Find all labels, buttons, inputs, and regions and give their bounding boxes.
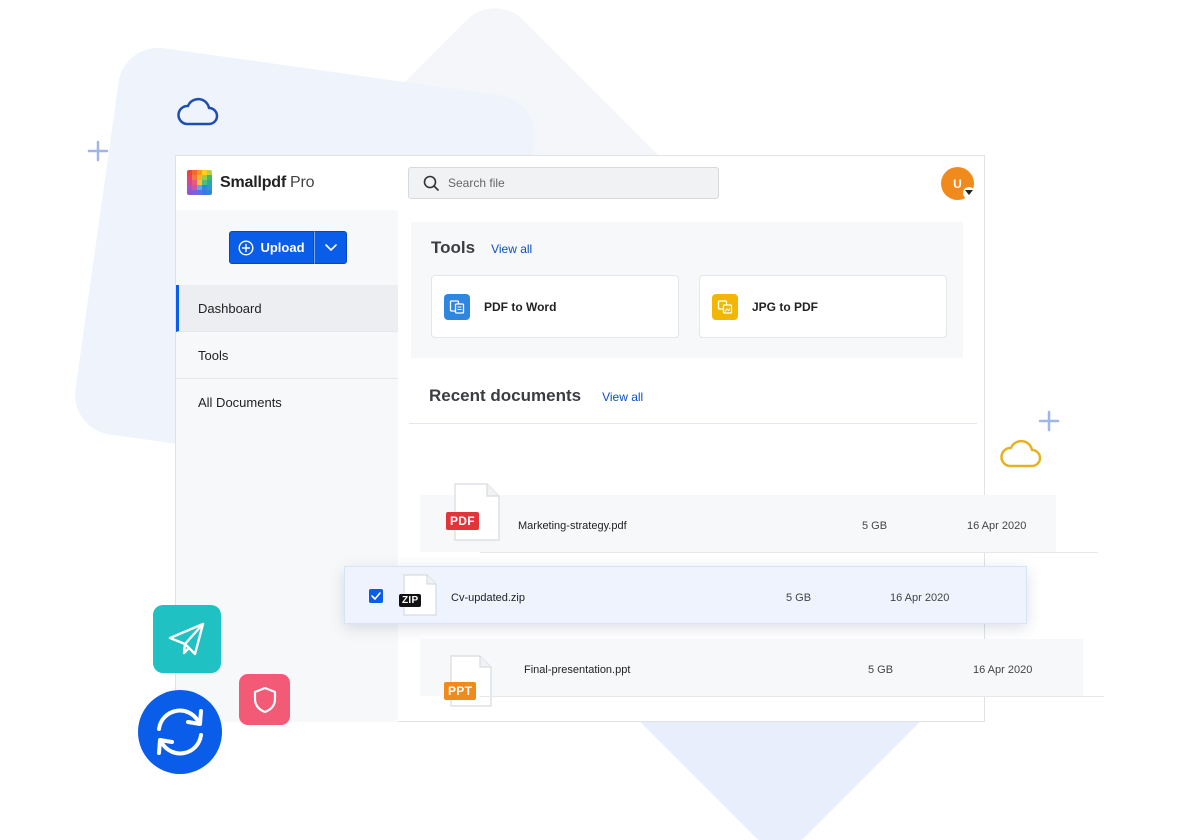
file-type-badge: ZIP bbox=[399, 594, 422, 607]
search-bar[interactable] bbox=[408, 167, 719, 199]
recent-documents-header: Recent documents View all bbox=[429, 386, 643, 406]
sidebar-item-all-documents[interactable]: All Documents bbox=[176, 379, 398, 426]
file-date: 16 Apr 2020 bbox=[973, 664, 1033, 676]
brand-suffix: Pro bbox=[289, 173, 315, 191]
search-icon bbox=[423, 175, 439, 191]
sync-icon bbox=[157, 708, 203, 756]
pdf-to-word-icon bbox=[444, 293, 470, 320]
tool-card-jpg-to-pdf[interactable]: JPG to PDF bbox=[699, 275, 947, 338]
plus-icon bbox=[1038, 410, 1060, 432]
file-type-badge: PPT bbox=[444, 682, 477, 700]
file-date: 16 Apr 2020 bbox=[890, 592, 950, 604]
send-tile bbox=[153, 605, 221, 673]
sync-tile bbox=[138, 690, 222, 774]
upload-button[interactable]: Upload bbox=[229, 231, 314, 264]
row-checkbox[interactable] bbox=[369, 589, 383, 603]
tools-panel: Tools View all PDF to Word JPG to PDF bbox=[411, 222, 963, 358]
avatar-initial: U bbox=[953, 176, 962, 191]
divider bbox=[480, 552, 1098, 553]
tool-label: PDF to Word bbox=[484, 299, 557, 314]
sidebar-item-tools[interactable]: Tools bbox=[176, 332, 398, 379]
tool-card-pdf-to-word[interactable]: PDF to Word bbox=[431, 275, 679, 338]
user-avatar[interactable]: U bbox=[941, 167, 975, 200]
jpg-to-pdf-icon bbox=[712, 293, 738, 320]
tool-label: JPG to PDF bbox=[752, 299, 819, 314]
search-input[interactable] bbox=[448, 176, 688, 190]
cloud-icon bbox=[1000, 439, 1042, 468]
upload-dropdown-button[interactable] bbox=[314, 231, 347, 264]
file-size: 5 GB bbox=[868, 664, 894, 676]
file-type-badge: PDF bbox=[446, 512, 479, 530]
recent-documents-title: Recent documents bbox=[429, 386, 582, 405]
brand-name: Smallpdf Pro bbox=[220, 173, 315, 191]
add-circle-icon bbox=[238, 239, 254, 256]
upload-button-group: Upload bbox=[229, 231, 347, 264]
sidebar-item-label: Tools bbox=[198, 347, 229, 363]
plus-icon bbox=[87, 140, 109, 162]
table-row[interactable]: PDF Marketing-strategy.pdf 5 GB 16 Apr 2… bbox=[420, 483, 1056, 552]
sidebar-item-label: Dashboard bbox=[198, 300, 262, 316]
chevron-down-icon bbox=[324, 243, 337, 251]
shield-icon bbox=[253, 686, 276, 713]
sidebar-nav: Dashboard Tools All Documents bbox=[176, 285, 398, 426]
file-size: 5 GB bbox=[862, 520, 888, 532]
chevron-down-icon bbox=[963, 187, 975, 199]
tools-title: Tools bbox=[431, 238, 476, 257]
divider bbox=[409, 423, 977, 424]
table-row-selected[interactable]: ZIP Cv-updated.zip 5 GB 16 Apr 2020 bbox=[344, 566, 1027, 624]
tools-header: Tools View all bbox=[431, 238, 532, 258]
file-name[interactable]: Final-presentation.ppt bbox=[524, 664, 630, 676]
cloud-icon bbox=[177, 97, 219, 126]
recent-view-all-link[interactable]: View all bbox=[602, 390, 643, 404]
logo-mark bbox=[187, 170, 212, 195]
sidebar-item-dashboard[interactable]: Dashboard bbox=[176, 285, 398, 332]
paper-plane-icon bbox=[168, 622, 205, 656]
file-size: 5 GB bbox=[786, 592, 812, 604]
file-name[interactable]: Cv-updated.zip bbox=[451, 592, 525, 604]
divider bbox=[480, 696, 1104, 697]
file-date: 16 Apr 2020 bbox=[967, 520, 1027, 532]
app-window: SmallpdfPro U Upload bbox=[175, 155, 985, 722]
file-name[interactable]: Marketing-strategy.pdf bbox=[518, 520, 627, 532]
brand-logo[interactable]: Smallpdf Pro bbox=[187, 170, 314, 195]
sidebar-item-label: All Documents bbox=[198, 395, 282, 410]
checkmark-icon bbox=[371, 592, 381, 600]
table-row[interactable]: PPT Final-presentation.ppt 5 GB 16 Apr 2… bbox=[420, 639, 1083, 707]
tools-view-all-link[interactable]: View all bbox=[491, 242, 532, 256]
protect-tile bbox=[239, 674, 290, 725]
upload-label: Upload bbox=[260, 240, 305, 255]
